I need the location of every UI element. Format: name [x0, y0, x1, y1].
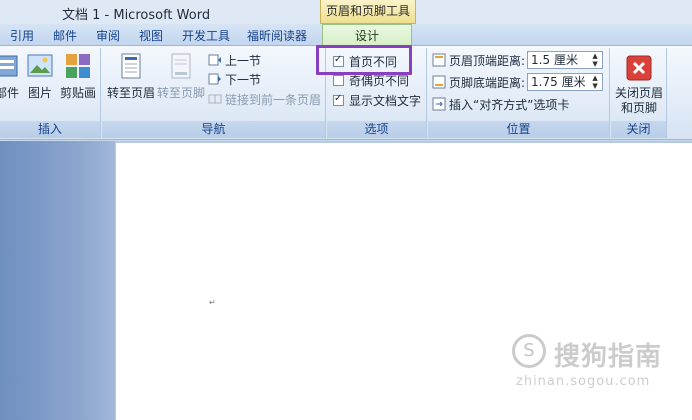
alignment-tab-icon [432, 97, 446, 111]
goto-footer-icon [171, 53, 191, 79]
spinner-arrows-icon[interactable]: ▲ ▼ [590, 52, 600, 68]
close-icon [626, 55, 652, 81]
highlight-box [316, 45, 412, 75]
footer-from-bottom-spinner[interactable]: 1.75 厘米 ▲ ▼ [527, 73, 604, 91]
footer-from-bottom-label: 页脚底端距离: [449, 75, 526, 90]
picture-label: 图片 [27, 86, 52, 100]
group-close-label: 关闭 [611, 121, 666, 138]
footer-position-icon [432, 75, 446, 89]
paragraph-mark: ↵ [209, 298, 216, 307]
watermark-url: zhinan.sogou.com [516, 374, 651, 389]
header-position-icon [432, 53, 446, 67]
next-section-label: 下一节 [225, 72, 262, 87]
link-to-previous-button[interactable]: 链接到前一条页眉 [208, 90, 321, 108]
watermark: S 搜狗指南 zhinan.sogou.com [512, 334, 682, 394]
left-margin-panel [0, 141, 115, 420]
insert-alignment-tab-button[interactable]: 插入“对齐方式”选项卡 [432, 95, 569, 113]
clipart-label: 剪贴画 [59, 86, 96, 100]
previous-section-button[interactable]: 上一节 [208, 51, 261, 69]
tab-review[interactable]: 审阅 [96, 27, 120, 44]
group-position: 页眉顶端距离: 1.5 厘米 ▲ ▼ 页脚底端距离: 1.75 厘米 ▲ ▼ 插入“对齐… [428, 48, 610, 138]
link-to-previous-label: 链接到前一条页眉 [225, 92, 322, 107]
sogou-logo-icon: S [512, 334, 546, 368]
header-from-top-label: 页眉顶端距离: [449, 53, 526, 68]
header-from-top-spinner[interactable]: 1.5 厘米 ▲ ▼ [527, 51, 604, 69]
different-odd-even-checkbox[interactable] [333, 74, 344, 86]
footer-from-bottom-value: 1.75 厘米 [531, 75, 586, 89]
close-header-footer-button[interactable]: 关闭页眉 和页脚 [613, 54, 665, 116]
header-from-top-value: 1.5 厘米 [531, 53, 578, 67]
group-position-label: 位置 [428, 121, 609, 138]
goto-header-button[interactable]: 转至页眉 [106, 52, 156, 101]
tab-mailings[interactable]: 邮件 [53, 27, 77, 44]
header-from-top-row: 页眉顶端距离: 1.5 厘米 ▲ ▼ [432, 51, 604, 69]
group-navigation: 转至页眉 转至页脚 上一节 下一节 链接到前一条页眉 导航 [102, 48, 326, 138]
tab-view[interactable]: 视图 [139, 27, 163, 44]
clipart-icon [66, 54, 90, 78]
ribbon-tabs: 引用 邮件 审阅 视图 开发工具 福昕阅读器 设计 [0, 24, 692, 47]
tab-design[interactable]: 设计 [322, 24, 412, 47]
watermark-text: 搜狗指南 [554, 342, 663, 372]
group-insert: 部件 图片 剪贴画 插入 [0, 48, 101, 138]
insert-alignment-tab-label: 插入“对齐方式”选项卡 [449, 97, 570, 112]
goto-header-icon [121, 53, 141, 79]
picture-icon [27, 54, 53, 77]
context-tab-title: 页眉和页脚工具 [320, 0, 416, 24]
group-navigation-label: 导航 [102, 121, 325, 138]
quick-parts-label: 部件 [0, 86, 19, 100]
previous-section-icon [208, 54, 221, 66]
group-insert-label: 插入 [0, 121, 100, 138]
goto-footer-button[interactable]: 转至页脚 [157, 52, 205, 101]
next-section-icon [208, 73, 221, 85]
show-document-text-label: 显示文档文字 [349, 93, 422, 108]
show-document-text-checkbox[interactable] [333, 93, 344, 106]
spinner-arrows-icon[interactable]: ▲ ▼ [590, 74, 600, 90]
tab-references[interactable]: 引用 [10, 27, 34, 44]
quick-parts-icon [0, 55, 18, 77]
group-options-label: 选项 [327, 121, 426, 138]
link-icon [208, 94, 222, 104]
goto-footer-label: 转至页脚 [157, 86, 206, 100]
tab-developer[interactable]: 开发工具 [182, 27, 230, 44]
quick-parts-button[interactable]: 部件 [0, 52, 22, 101]
clipart-button[interactable]: 剪贴画 [58, 52, 98, 101]
window-title: 文档 1 - Microsoft Word [62, 8, 211, 23]
footer-from-bottom-row: 页脚底端距离: 1.75 厘米 ▲ ▼ [432, 73, 604, 91]
close-header-footer-label: 关闭页眉 和页脚 [614, 86, 663, 115]
next-section-button[interactable]: 下一节 [208, 70, 261, 88]
tab-foxit-reader[interactable]: 福昕阅读器 [247, 27, 307, 44]
previous-section-label: 上一节 [225, 53, 262, 68]
show-document-text-option[interactable]: 显示文档文字 [333, 91, 421, 109]
group-close: 关闭页眉 和页脚 关闭 [611, 48, 667, 138]
goto-header-label: 转至页眉 [106, 86, 155, 100]
picture-button[interactable]: 图片 [24, 52, 56, 101]
